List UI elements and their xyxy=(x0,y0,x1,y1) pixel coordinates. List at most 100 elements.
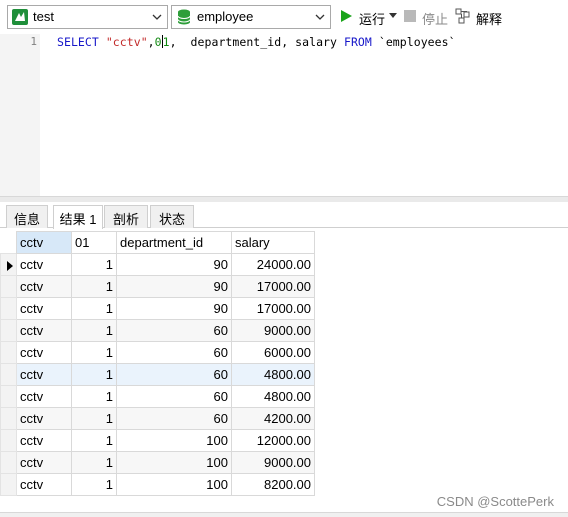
sql-string-literal: "cctv" xyxy=(105,35,148,49)
database-select[interactable]: employee xyxy=(171,5,331,29)
explain-label: 解释 xyxy=(476,12,503,27)
table-row[interactable]: cctv 1 60 9000.00 xyxy=(0,319,315,342)
table-cell[interactable]: 1 xyxy=(71,407,117,430)
row-indicator[interactable] xyxy=(0,473,17,496)
table-cell[interactable]: 4200.00 xyxy=(231,407,315,430)
row-indicator[interactable] xyxy=(0,297,17,320)
table-row[interactable]: cctv 1 60 4800.00 xyxy=(0,363,315,386)
sql-table-name: `employees` xyxy=(371,35,456,49)
database-name: employee xyxy=(197,9,254,24)
table-cell[interactable]: 1 xyxy=(71,363,117,386)
table-cell[interactable]: 9000.00 xyxy=(231,451,315,474)
column-header[interactable]: department_id xyxy=(116,231,232,254)
column-header[interactable]: salary xyxy=(231,231,315,254)
table-cell[interactable]: 1 xyxy=(71,275,117,298)
chevron-down-icon[interactable] xyxy=(151,11,163,23)
table-cell[interactable]: 1 xyxy=(71,253,117,276)
table-cell[interactable]: 4800.00 xyxy=(231,363,315,386)
toolbar: test employee 运行 停止 解释 xyxy=(0,0,568,34)
row-indicator[interactable] xyxy=(0,253,17,276)
table-cell[interactable]: 12000.00 xyxy=(231,429,315,452)
table-row[interactable]: cctv 1 90 17000.00 xyxy=(0,297,315,320)
connection-select[interactable]: test xyxy=(7,5,168,29)
table-cell[interactable]: cctv xyxy=(16,407,72,430)
stop-icon xyxy=(404,10,416,22)
run-dropdown-icon[interactable] xyxy=(389,13,397,19)
table-cell[interactable]: 60 xyxy=(116,319,232,342)
table-row[interactable]: cctv 1 100 9000.00 xyxy=(0,451,315,474)
table-cell[interactable]: 90 xyxy=(116,275,232,298)
table-cell[interactable]: cctv xyxy=(16,341,72,364)
table-cell[interactable]: 100 xyxy=(116,429,232,452)
sql-editor[interactable]: 1 SELECT "cctv",01, department_id, salar… xyxy=(0,34,568,196)
table-cell[interactable]: 100 xyxy=(116,451,232,474)
table-cell[interactable]: cctv xyxy=(16,385,72,408)
table-row[interactable]: cctv 1 100 8200.00 xyxy=(0,473,315,496)
table-cell[interactable]: 1 xyxy=(71,473,117,496)
column-header[interactable]: cctv xyxy=(16,231,72,254)
table-cell[interactable]: 17000.00 xyxy=(231,297,315,320)
bottom-border xyxy=(0,512,568,517)
table-cell[interactable]: 1 xyxy=(71,297,117,320)
sql-code-line[interactable]: SELECT "cctv",01, department_id, salary … xyxy=(57,35,456,49)
table-cell[interactable]: 60 xyxy=(116,363,232,386)
column-header[interactable]: 01 xyxy=(71,231,117,254)
table-cell[interactable]: 60 xyxy=(116,341,232,364)
table-cell[interactable]: 90 xyxy=(116,297,232,320)
table-cell[interactable]: 1 xyxy=(71,385,117,408)
table-cell[interactable]: 90 xyxy=(116,253,232,276)
table-cell[interactable]: cctv xyxy=(16,451,72,474)
table-cell[interactable]: 6000.00 xyxy=(231,341,315,364)
run-button[interactable]: 运行 xyxy=(339,7,397,27)
table-cell[interactable]: 17000.00 xyxy=(231,275,315,298)
table-cell[interactable]: cctv xyxy=(16,275,72,298)
run-label: 运行 xyxy=(359,12,386,27)
chevron-down-icon[interactable] xyxy=(314,11,326,23)
row-indicator[interactable] xyxy=(0,363,17,386)
table-cell[interactable]: cctv xyxy=(16,363,72,386)
table-cell[interactable]: 24000.00 xyxy=(231,253,315,276)
table-cell[interactable]: 9000.00 xyxy=(231,319,315,342)
table-cell[interactable]: 4800.00 xyxy=(231,385,315,408)
row-indicator[interactable] xyxy=(0,275,17,298)
stop-button[interactable]: 停止 xyxy=(404,7,450,27)
row-indicator[interactable] xyxy=(0,451,17,474)
table-cell[interactable]: cctv xyxy=(16,429,72,452)
row-indicator[interactable] xyxy=(0,319,17,342)
table-cell[interactable]: cctv xyxy=(16,473,72,496)
table-cell[interactable]: 8200.00 xyxy=(231,473,315,496)
table-cell[interactable]: 100 xyxy=(116,473,232,496)
table-row[interactable]: cctv 1 100 12000.00 xyxy=(0,429,315,452)
connection-icon xyxy=(12,9,28,25)
watermark: CSDN @ScottePerk xyxy=(436,494,554,509)
tab-info[interactable]: 信息 xyxy=(6,205,48,228)
table-row[interactable]: cctv 1 90 24000.00 xyxy=(0,253,315,276)
row-indicator-header xyxy=(0,231,17,254)
row-indicator[interactable] xyxy=(0,385,17,408)
tab-profile[interactable]: 剖析 xyxy=(104,205,148,228)
tab-result-1[interactable]: 结果 1 xyxy=(53,205,103,229)
row-indicator[interactable] xyxy=(0,341,17,364)
table-row[interactable]: cctv 1 60 4200.00 xyxy=(0,407,315,430)
table-cell[interactable]: cctv xyxy=(16,319,72,342)
result-table: cctv 01 department_id salary cctv 1 90 2400… xyxy=(0,231,315,496)
table-row[interactable]: cctv 1 90 17000.00 xyxy=(0,275,315,298)
table-cell[interactable]: 60 xyxy=(116,407,232,430)
connection-name: test xyxy=(33,9,54,24)
table-cell[interactable]: cctv xyxy=(16,253,72,276)
table-cell[interactable]: 1 xyxy=(71,451,117,474)
tab-status[interactable]: 状态 xyxy=(150,205,194,228)
table-row[interactable]: cctv 1 60 4800.00 xyxy=(0,385,315,408)
table-cell[interactable]: 1 xyxy=(71,341,117,364)
table-cell[interactable]: 60 xyxy=(116,385,232,408)
table-row[interactable]: cctv 1 60 6000.00 xyxy=(0,341,315,364)
sql-comma: , xyxy=(147,35,155,49)
current-row-pointer-icon xyxy=(6,260,13,271)
table-cell[interactable]: 1 xyxy=(71,429,117,452)
row-indicator[interactable] xyxy=(0,407,17,430)
row-indicator[interactable] xyxy=(0,429,17,452)
result-grid[interactable]: cctv 01 department_id salary cctv 1 90 2400… xyxy=(0,231,315,496)
explain-button[interactable]: 解释 xyxy=(455,7,505,27)
table-cell[interactable]: 1 xyxy=(71,319,117,342)
table-cell[interactable]: cctv xyxy=(16,297,72,320)
